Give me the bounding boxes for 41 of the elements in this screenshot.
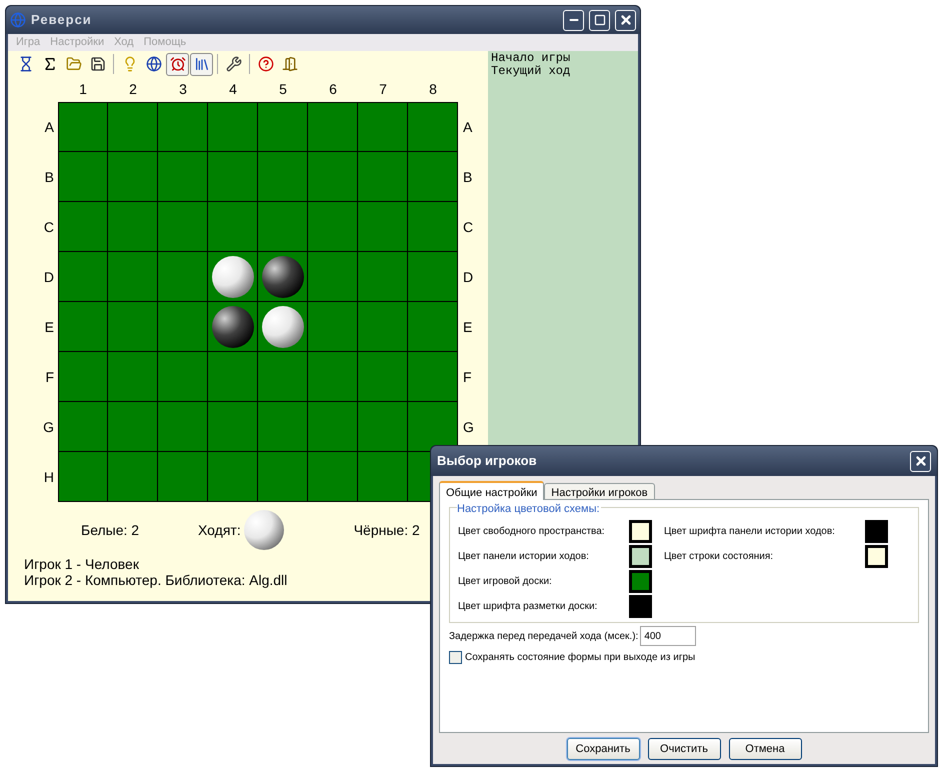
row-label: G	[463, 418, 475, 436]
color-label: Цвет игровой доски:	[458, 575, 552, 589]
color-label: Цвет панели истории ходов:	[458, 550, 589, 564]
column-label: 8	[428, 80, 438, 99]
row-label: B	[44, 168, 54, 186]
column-label: 7	[378, 80, 388, 99]
player-info: Игрок 2 - Компьютер. Библиотека: Alg.dll	[24, 572, 288, 588]
row-label: C	[463, 218, 474, 236]
row-label: D	[44, 268, 54, 286]
row-label: D	[463, 268, 474, 286]
score-label: Чёрные: 2	[354, 520, 420, 540]
row-label: B	[463, 168, 474, 186]
column-label: 3	[178, 80, 188, 99]
row-label: E	[463, 318, 474, 336]
color-label: Цвет шрифта панели истории ходов:	[664, 525, 835, 539]
history-line: Начало игры	[491, 52, 572, 65]
delay-label: Задержка перед передачей хода (мсек.):	[449, 630, 638, 644]
group-title: Настройка цветовой схемы:	[457, 501, 601, 518]
row-label: A	[463, 118, 474, 136]
history-line: Текущий ход	[491, 65, 572, 78]
row-label: A	[44, 118, 54, 136]
color-label: Цвет строки состояния:	[664, 550, 774, 564]
row-label: E	[44, 318, 54, 336]
turn-label: Ходят:	[198, 520, 241, 540]
column-label: 1	[78, 80, 88, 99]
player-info: Игрок 1 - Человек	[24, 556, 139, 572]
row-label: G	[43, 418, 54, 436]
row-label: H	[44, 468, 54, 486]
window-title: Реверси	[31, 11, 93, 30]
column-label: 6	[328, 80, 338, 99]
color-label: Цвет свободного пространства:	[458, 525, 605, 539]
column-label: 5	[278, 80, 288, 99]
checkbox-label: Сохранять состояние формы при выходе из игры	[465, 651, 696, 665]
column-label: 2	[128, 80, 138, 99]
color-label: Цвет шрифта разметки доски:	[458, 600, 598, 614]
row-label: F	[45, 368, 54, 386]
dialog-title: Выбор игроков	[437, 452, 538, 470]
score-label: Белые: 2	[81, 520, 140, 540]
column-label: 4	[228, 80, 238, 99]
row-label: F	[463, 368, 473, 386]
row-label: C	[44, 218, 54, 236]
